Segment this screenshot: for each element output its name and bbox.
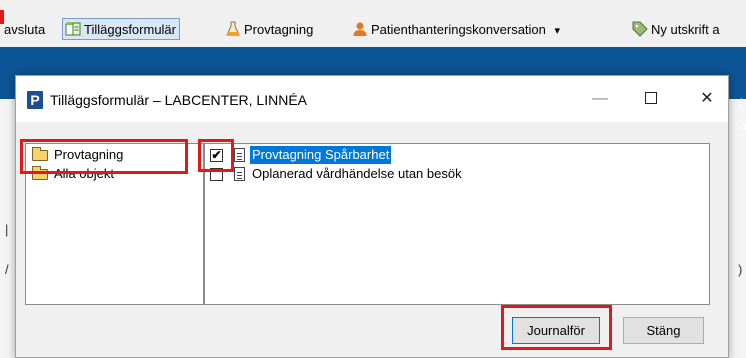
highlight-box-folder: [20, 139, 188, 174]
toolbar-item-avsluta[interactable]: avsluta: [4, 19, 45, 41]
highlight-box-journal-button: [501, 305, 612, 350]
edge-text-fragment: a: [740, 118, 746, 133]
toolbar-item-tillaggsformular[interactable]: Tilläggsformulär: [62, 18, 180, 40]
highlight-box-checkbox: [198, 139, 234, 172]
toolbar-item-patienthantering[interactable]: Patienthanteringskonversation ▾: [352, 19, 560, 41]
toolbar-item-ny-utskrift[interactable]: Ny utskrift a: [632, 19, 720, 41]
toolbar-item-tillaggsformular-label: Tilläggsformulär: [84, 22, 176, 37]
document-icon: [234, 148, 245, 162]
dialog-titlebar[interactable]: P Tilläggsformulär – LABCENTER, LINNÉA —…: [16, 76, 728, 122]
list-item-label: Provtagning Spårbarhet: [250, 146, 392, 164]
toolbar-item-avsluta-label: avsluta: [4, 22, 46, 37]
tillaggsformular-dialog: P Tilläggsformulär – LABCENTER, LINNÉA —…: [15, 75, 729, 358]
toolbar-item-patienthantering-label: Patienthanteringskonversation: [371, 22, 546, 37]
list-item-label: Oplanerad vårdhändelse utan besök: [252, 166, 462, 181]
edge-text-fragment: /: [5, 262, 9, 277]
close-button[interactable]: ✕: [684, 84, 730, 114]
tag-icon: [632, 21, 648, 37]
document-icon: [234, 167, 245, 181]
flask-icon: [226, 21, 240, 36]
top-toolbar: avsluta Tilläggsformulär Provtagning Pat…: [0, 0, 746, 47]
forms-icon: [65, 22, 81, 36]
stang-button[interactable]: Stäng: [623, 317, 704, 344]
dialog-title: Tilläggsformulär – LABCENTER, LINNÉA: [50, 92, 308, 108]
form-list[interactable]: ✔ Provtagning Spårbarhet Oplanerad vårdh…: [204, 143, 710, 305]
toolbar-item-ny-utskrift-label: Ny utskrift a: [651, 22, 720, 37]
person-icon: [353, 22, 367, 36]
maximize-button[interactable]: [628, 84, 674, 114]
toolbar-item-provtagning[interactable]: Provtagning: [225, 19, 313, 41]
chevron-down-icon[interactable]: ▾: [555, 25, 561, 37]
edge-text-fragment: ): [738, 262, 743, 277]
toolbar-item-provtagning-label: Provtagning: [244, 22, 314, 37]
maximize-icon: [645, 92, 657, 104]
minimize-button[interactable]: —: [577, 84, 623, 114]
edge-text-fragment: |: [5, 222, 9, 237]
edge-text-fragment: i: [740, 96, 743, 111]
app-logo-icon: P: [27, 91, 43, 109]
